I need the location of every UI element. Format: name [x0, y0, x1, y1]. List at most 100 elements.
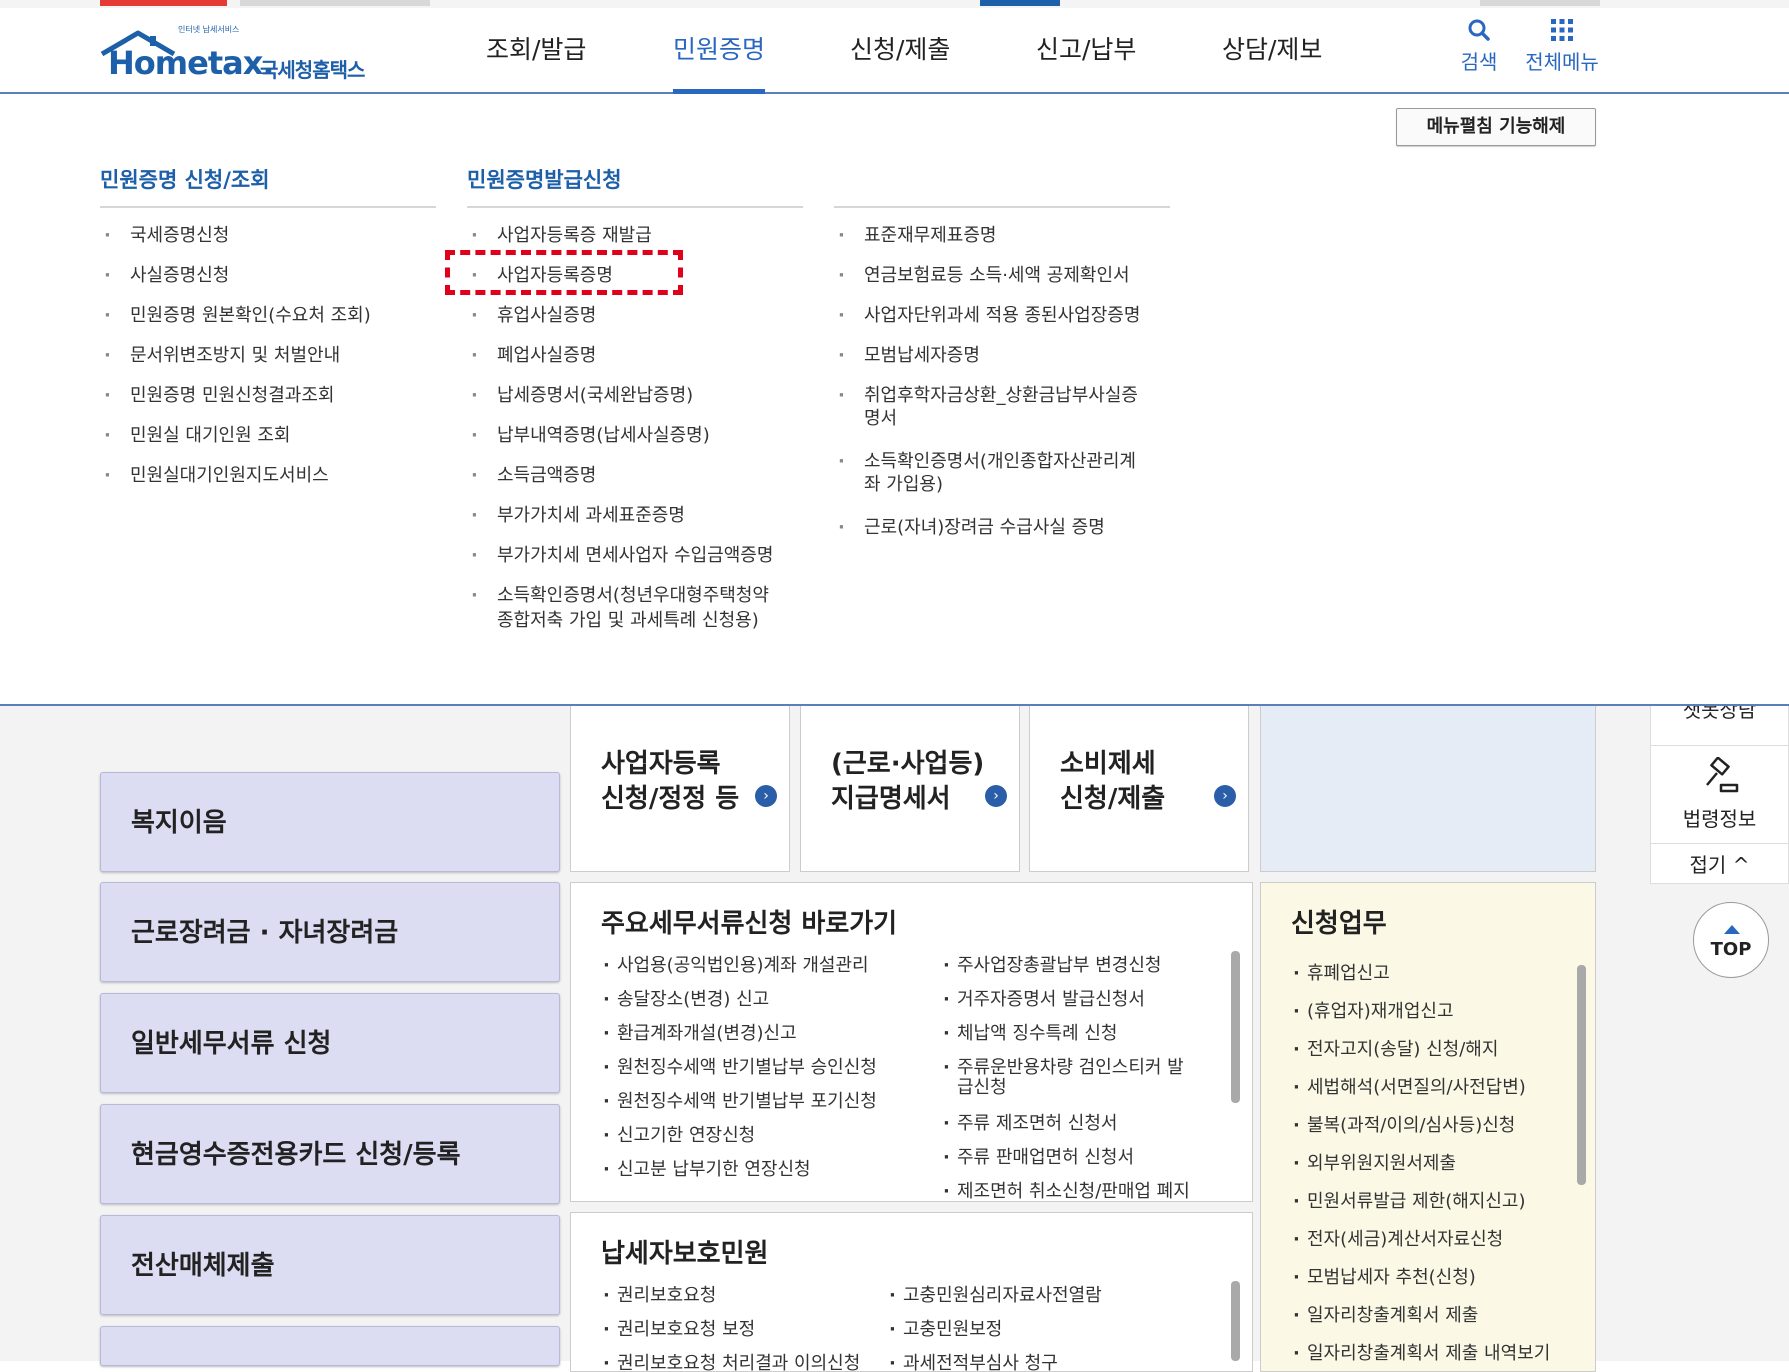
search-button[interactable]: 검색 — [1458, 18, 1500, 75]
panel-title: 신청업무 — [1291, 909, 1387, 939]
hometax-logo[interactable]: 인터넷 납세서비스 Hometax. 국세청홈택스 — [98, 22, 398, 86]
list-item[interactable]: 제조면허 취소신청/판매업 폐지 — [943, 1181, 1190, 1201]
menu-item-continued[interactable]: 좌 가입용) — [834, 473, 943, 496]
menu-item[interactable]: 연금보험료등 소득·세액 공제확인서 — [834, 264, 1130, 287]
list-item[interactable]: 민원서류발급 제한(해지신고) — [1293, 1191, 1526, 1212]
list-item[interactable]: 전자고지(송달) 신청/해지 — [1293, 1039, 1498, 1060]
menu-item[interactable]: 민원증명 민원신청결과조회 — [100, 384, 334, 407]
menu-item[interactable]: 민원증명 원본확인(수요처 조회) — [100, 304, 371, 327]
top-strip-gray-tab[interactable] — [240, 0, 430, 6]
all-menu-button[interactable]: 전체메뉴 — [1524, 18, 1600, 75]
panel-scrollbar[interactable] — [1231, 1281, 1240, 1361]
list-item[interactable]: 고충민원보정 — [889, 1319, 1002, 1340]
menu-item[interactable]: 사업자단위과세 적용 종된사업장증명 — [834, 304, 1140, 327]
list-item[interactable]: 주사업장총괄납부 변경신청 — [943, 955, 1161, 976]
list-item[interactable]: 일자리창출계획서 제출 — [1293, 1305, 1478, 1326]
menu-item[interactable]: 부가가치세 과세표준증명 — [467, 504, 685, 527]
nav-civil-certificate[interactable]: 민원증명 — [673, 8, 766, 94]
list-item[interactable]: 사업용(공익법인용)계좌 개설관리 — [603, 955, 869, 976]
nav-inquiry-issue[interactable]: 조회/발급 — [486, 8, 586, 92]
list-item[interactable]: 고충민원심리자료사전열람 — [889, 1285, 1102, 1306]
list-item[interactable]: 주류운반용차량 검인스티커 발 — [943, 1057, 1184, 1078]
tile-business-registration[interactable]: 사업자등록 신청/정정 등 › — [570, 704, 790, 872]
site-header: 인터넷 납세서비스 Hometax. 국세청홈택스 조회/발급 민원증명 신청/… — [0, 8, 1789, 94]
shortcut-cash-receipt-card[interactable]: 현금영수증전용카드 신청/등록 — [100, 1104, 560, 1204]
list-item[interactable]: 송달장소(변경) 신고 — [603, 989, 769, 1010]
panel-scrollbar[interactable] — [1577, 965, 1586, 1185]
list-item[interactable]: 모범납세자 추천(신청) — [1293, 1267, 1476, 1288]
menu-item[interactable]: 취업후학자금상환_상환금납부사실증 — [834, 384, 1138, 407]
menu-item[interactable]: 표준재무제표증명 — [834, 224, 996, 247]
menu-item[interactable]: 사실증명신청 — [100, 264, 229, 287]
list-item[interactable]: 전자(세금)계산서자료신청 — [1293, 1229, 1503, 1250]
list-item[interactable]: 원천징수세액 반기별납부 승인신청 — [603, 1057, 877, 1078]
shortcut-more[interactable] — [100, 1326, 560, 1366]
panel-title: 납세자보호민원 — [601, 1239, 769, 1269]
shortcut-electronic-media[interactable]: 전산매체제출 — [100, 1215, 560, 1315]
menu-item[interactable]: 부가가치세 면세사업자 수입금액증명 — [467, 544, 773, 567]
menu-item[interactable]: 근로(자녀)장려금 수급사실 증명 — [834, 516, 1105, 539]
menu-item[interactable]: 소득확인증명서(청년우대형주택청약 — [467, 584, 769, 607]
list-item[interactable]: 신고분 납부기한 연장신청 — [603, 1159, 811, 1180]
mega-menu-dropdown: 메뉴펼침 기능해제 민원증명 신청/조회 민원증명발급신청 국세증명신청 사실증… — [0, 94, 1789, 706]
menu-item[interactable]: 납부내역증명(납세사실증명) — [467, 424, 710, 447]
menu-item-continued[interactable]: 종합저축 가입 및 과세특례 신청용) — [467, 609, 759, 632]
all-menu-label: 전체메뉴 — [1525, 50, 1599, 74]
top-strip-blue-tab[interactable] — [980, 0, 1060, 6]
tile-consumption-tax[interactable]: 소비제세 신청/제출 › — [1029, 704, 1249, 872]
chatbot-label[interactable]: 챗봇상담 — [1651, 705, 1788, 746]
list-item[interactable]: 불복(과적/이의/심사등)신청 — [1293, 1115, 1515, 1136]
menu-item[interactable]: 소득금액증명 — [467, 464, 596, 487]
list-item[interactable]: 주류 제조면허 신청서 — [943, 1113, 1117, 1134]
column-divider — [467, 206, 803, 208]
main-tax-doc-shortcut-panel: 주요세무서류신청 바로가기 사업용(공익법인용)계좌 개설관리 송달장소(변경)… — [570, 882, 1253, 1202]
shortcut-general-tax-docs[interactable]: 일반세무서류 신청 — [100, 993, 560, 1093]
search-label: 검색 — [1460, 50, 1498, 74]
top-strip — [0, 0, 1789, 8]
list-item[interactable]: 주류 판매업면허 신청서 — [943, 1147, 1134, 1168]
scroll-top-button[interactable]: TOP — [1693, 902, 1769, 978]
list-item[interactable]: 권리보호요청 — [603, 1285, 716, 1306]
list-item[interactable]: 휴폐업신고 — [1293, 963, 1390, 984]
fold-button[interactable]: 접기 ^ — [1651, 845, 1788, 885]
menu-item[interactable]: 폐업사실증명 — [467, 344, 596, 367]
menu-item[interactable]: 소득확인증명서(개인종합자산관리계 — [834, 450, 1136, 473]
top-strip-gray-tab-2[interactable] — [1480, 0, 1600, 6]
column-title-issue-request[interactable]: 민원증명발급신청 — [467, 164, 622, 194]
list-item[interactable]: 권리보호요청 보정 — [603, 1319, 755, 1340]
shortcut-welfare[interactable]: 복지이음 — [100, 772, 560, 872]
list-item[interactable]: 신고기한 연장신청 — [603, 1125, 755, 1146]
arrow-circle-icon: › — [985, 785, 1007, 807]
law-info-button[interactable]: 법령정보 — [1651, 747, 1788, 844]
menu-item[interactable]: 모범납세자증명 — [834, 344, 980, 367]
menu-item[interactable]: 국세증명신청 — [100, 224, 229, 247]
list-item[interactable]: 세법해석(서면질의/사전답변) — [1293, 1077, 1526, 1098]
list-item[interactable]: 거주자증명서 발급신청서 — [943, 989, 1145, 1010]
list-item[interactable]: 원천징수세액 반기별납부 포기신청 — [603, 1091, 877, 1112]
column-title-apply-inquiry[interactable]: 민원증명 신청/조회 — [100, 164, 270, 194]
tile-payment-statement[interactable]: (근로·사업등) 지급명세서 › — [800, 704, 1020, 872]
list-item[interactable]: 과세전적부심사 청구 — [889, 1353, 1058, 1371]
top-strip-red-tab[interactable] — [100, 0, 227, 6]
menu-item[interactable]: 문서위변조방지 및 처벌안내 — [100, 344, 340, 367]
panel-scrollbar[interactable] — [1231, 951, 1240, 1103]
list-item[interactable]: (휴업자)재개업신고 — [1293, 1001, 1454, 1022]
list-item-continued[interactable]: 급신청 — [943, 1077, 1007, 1098]
menu-item[interactable]: 민원실대기인원지도서비스 — [100, 464, 329, 487]
list-item[interactable]: 체납액 징수특례 신청 — [943, 1023, 1117, 1044]
nav-apply-submit[interactable]: 신청/제출 — [850, 8, 950, 92]
menu-item[interactable]: 납세증명서(국세완납증명) — [467, 384, 693, 407]
menu-item-business-reg-reissue[interactable]: 사업자등록증 재발급 — [467, 224, 652, 247]
menu-item-continued[interactable]: 명서 — [834, 407, 897, 430]
panel-title: 주요세무서류신청 바로가기 — [601, 909, 898, 939]
shortcut-work-child-incentive[interactable]: 근로장려금 · 자녀장려금 — [100, 882, 560, 982]
grid-menu-icon — [1551, 19, 1573, 41]
nav-consult-report[interactable]: 상담/제보 — [1222, 8, 1322, 92]
menu-expand-disable-button[interactable]: 메뉴펼침 기능해제 — [1396, 108, 1596, 146]
menu-item[interactable]: 민원실 대기인원 조회 — [100, 424, 290, 447]
nav-report-pay[interactable]: 신고/납부 — [1036, 8, 1136, 92]
list-item[interactable]: 외부위원지원서제출 — [1293, 1153, 1456, 1174]
menu-item[interactable]: 휴업사실증명 — [467, 304, 596, 327]
list-item[interactable]: 권리보호요청 처리결과 이의신청 — [603, 1353, 860, 1371]
list-item[interactable]: 환급계좌개설(변경)신고 — [603, 1023, 797, 1044]
